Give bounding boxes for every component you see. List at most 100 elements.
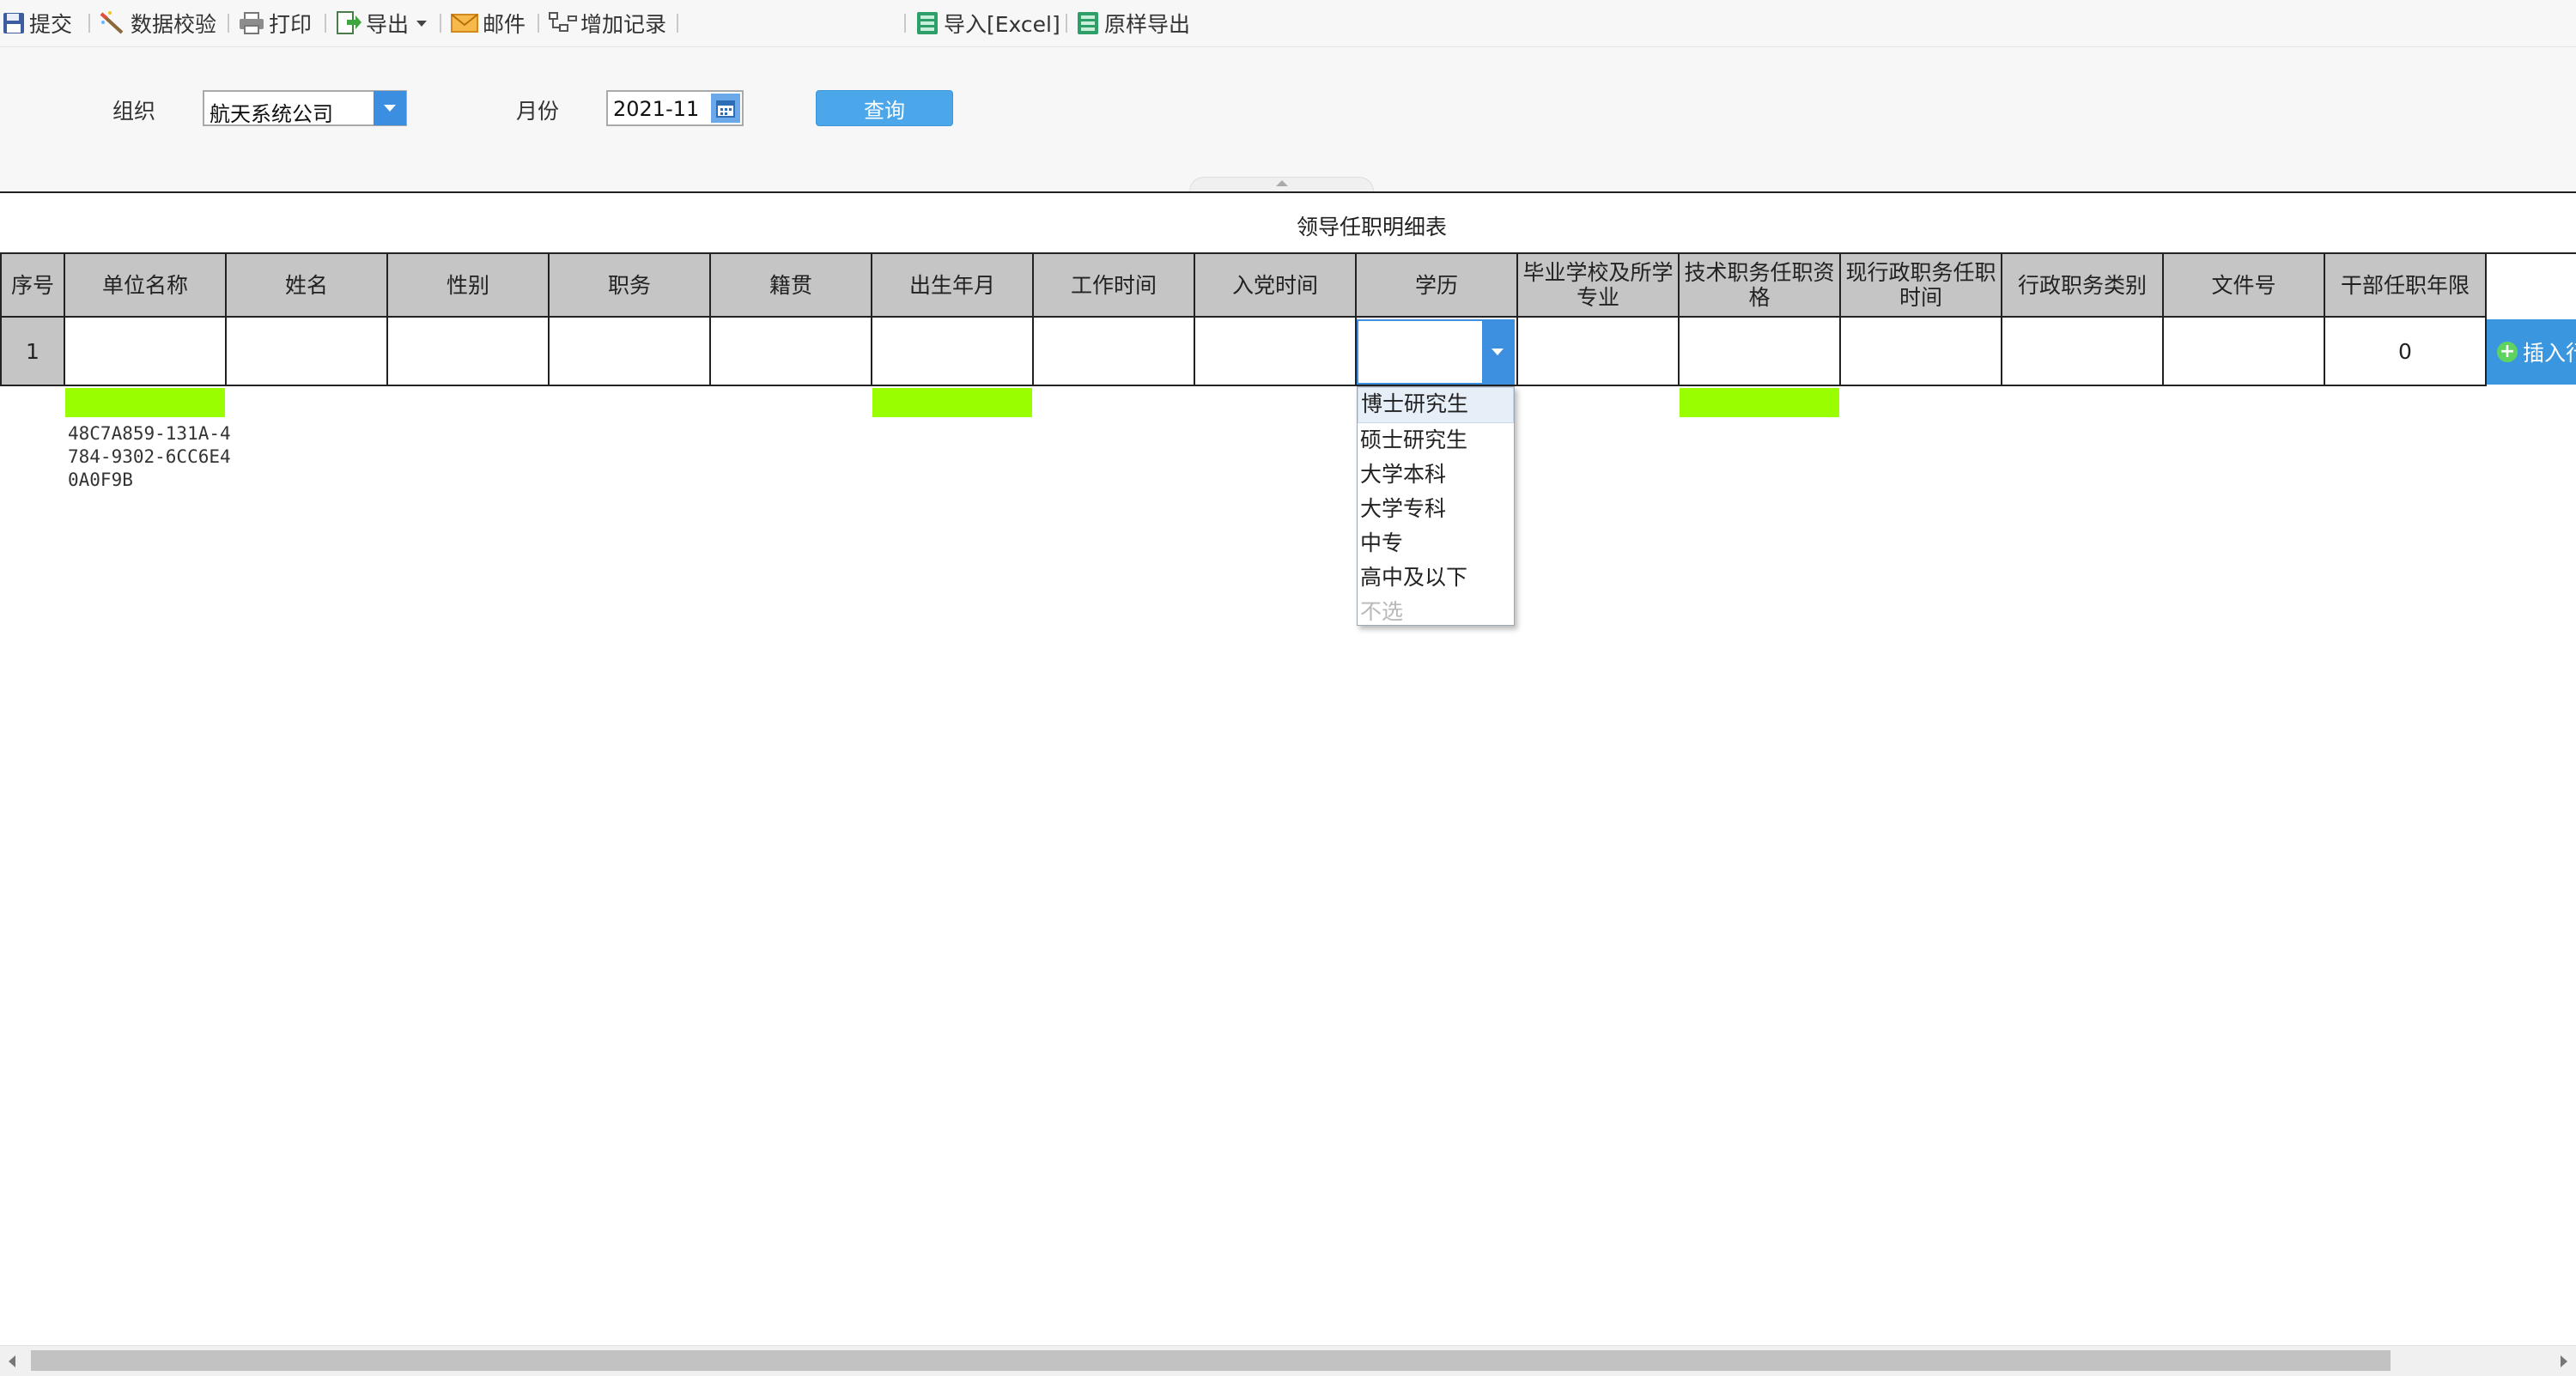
- add-record-label: 增加记录: [580, 12, 667, 37]
- education-select[interactable]: [1357, 319, 1515, 385]
- toolbar: 提交 数据校验 打印 导出 邮件 增加记录 导入[Excel] 原样导出: [0, 0, 2576, 47]
- column-header: 入党时间: [1195, 254, 1357, 318]
- column-header: 籍贯: [711, 254, 872, 318]
- education-option[interactable]: 大学本科: [1358, 458, 1514, 492]
- toolbar-separator: [904, 14, 906, 33]
- column-header: 性别: [388, 254, 550, 318]
- cell-gender[interactable]: [388, 318, 550, 386]
- education-option[interactable]: 中专: [1358, 526, 1514, 561]
- education-option[interactable]: 大学专科: [1358, 492, 1514, 526]
- scrollbar-thumb[interactable]: [31, 1350, 2391, 1371]
- education-option[interactable]: 高中及以下: [1358, 561, 1514, 595]
- month-date-input[interactable]: 2021-11: [606, 90, 744, 126]
- print-label: 打印: [269, 12, 313, 37]
- magic-wand-icon: [100, 11, 124, 34]
- org-select-dropdown-button[interactable]: [374, 91, 406, 125]
- education-option[interactable]: 硕士研究生: [1358, 423, 1514, 458]
- chevron-down-icon: [384, 105, 396, 112]
- org-select-value: 航天系统公司: [210, 102, 333, 126]
- export-label: 导出: [366, 12, 410, 37]
- education-option-none[interactable]: 不选: [1358, 595, 1514, 629]
- column-header: 毕业学校及所学专业: [1518, 254, 1680, 318]
- validate-button[interactable]: 数据校验: [98, 7, 216, 39]
- caret-down-icon: [416, 21, 428, 27]
- toolbar-separator: [228, 14, 229, 33]
- import-excel-button[interactable]: 导入[Excel]: [914, 7, 1060, 39]
- horizontal-scrollbar[interactable]: [0, 1345, 2576, 1376]
- import-excel-label: 导入[Excel]: [944, 12, 1060, 37]
- tech-qualification-marker: [1680, 388, 1839, 417]
- row-guid: 48C7A859-131A-4784-9302-6CC6E40A0F9B: [68, 423, 231, 490]
- cell-unit-name[interactable]: [65, 318, 227, 386]
- column-header: 序号: [0, 254, 65, 318]
- column-header: 干部任职年限: [2325, 254, 2487, 318]
- column-header: 出生年月: [872, 254, 1034, 318]
- mail-label: 邮件: [483, 12, 526, 37]
- submit-label: 提交: [29, 12, 73, 37]
- cell-tenure-years[interactable]: 0: [2325, 318, 2487, 386]
- cell-tech-qualification[interactable]: [1680, 318, 1841, 386]
- plus-icon: +: [2497, 342, 2518, 362]
- excel-icon: [917, 12, 938, 34]
- column-header: 行政职务类别: [2002, 254, 2164, 318]
- export-icon: [337, 11, 361, 34]
- cell-document-number[interactable]: [2164, 318, 2325, 386]
- cell-school-major[interactable]: [1518, 318, 1680, 386]
- toolbar-separator: [677, 14, 678, 33]
- column-header: 单位名称: [65, 254, 227, 318]
- column-header: 文件号: [2164, 254, 2325, 318]
- birth-date-marker: [872, 388, 1032, 417]
- org-select[interactable]: 航天系统公司: [203, 90, 407, 126]
- row-index: 1: [0, 318, 65, 386]
- validate-label: 数据校验: [131, 12, 217, 37]
- education-dropdown-button[interactable]: [1482, 321, 1513, 383]
- column-header: 职务: [550, 254, 711, 318]
- calendar-button[interactable]: [711, 94, 740, 123]
- export-dropdown[interactable]: 导出: [335, 7, 433, 39]
- chevron-up-icon: [1276, 180, 1288, 186]
- tree-add-icon: [549, 12, 577, 32]
- save-icon: [3, 13, 24, 33]
- cell-current-post-date[interactable]: [1841, 318, 2002, 386]
- toolbar-separator: [1066, 14, 1067, 33]
- education-dropdown-list: 博士研究生 硕士研究生 大学本科 大学专科 中专 高中及以下 不选: [1357, 386, 1515, 626]
- cell-position[interactable]: [550, 318, 711, 386]
- toolbar-separator: [440, 14, 441, 33]
- raw-export-label: 原样导出: [1104, 12, 1191, 37]
- unit-name-marker: [65, 388, 225, 417]
- envelope-icon: [451, 14, 478, 33]
- column-header: 现行政职务任职时间: [1841, 254, 2002, 318]
- toolbar-separator: [325, 14, 326, 33]
- education-option[interactable]: 博士研究生: [1358, 387, 1514, 423]
- collapse-panel-toggle[interactable]: [1189, 177, 1374, 191]
- column-header: 学历: [1357, 254, 1518, 318]
- raw-export-button[interactable]: 原样导出: [1075, 7, 1190, 39]
- calendar-icon: [716, 100, 735, 118]
- toolbar-separator: [538, 14, 539, 33]
- toolbar-separator: [88, 14, 90, 33]
- print-button[interactable]: 打印: [238, 7, 312, 39]
- scroll-left-icon[interactable]: [9, 1355, 15, 1367]
- report-title-row: 领导任职明细表: [0, 191, 2576, 254]
- cell-party-join[interactable]: [1195, 318, 1357, 386]
- month-label: 月份: [516, 99, 560, 124]
- cell-work-start[interactable]: [1034, 318, 1195, 386]
- scroll-right-icon[interactable]: [2561, 1355, 2567, 1367]
- insert-row-button[interactable]: + 插入行: [2487, 319, 2576, 385]
- chevron-down-icon: [1492, 349, 1504, 355]
- query-button[interactable]: 查询: [816, 90, 953, 126]
- month-value: 2021-11: [613, 97, 700, 121]
- column-header: 技术职务任职资格: [1680, 254, 1841, 318]
- report-title: 领导任职明细表: [1297, 215, 1448, 239]
- submit-button[interactable]: 提交: [2, 7, 72, 39]
- add-record-button[interactable]: 增加记录: [548, 7, 666, 39]
- excel-icon: [1078, 12, 1098, 34]
- column-header: 姓名: [227, 254, 388, 318]
- cell-name[interactable]: [227, 318, 388, 386]
- mail-button[interactable]: 邮件: [450, 7, 526, 39]
- insert-row-label: 插入行: [2523, 341, 2576, 366]
- cell-birth-date[interactable]: [872, 318, 1034, 386]
- cell-native-place[interactable]: [711, 318, 872, 386]
- org-label: 组织: [112, 99, 156, 124]
- cell-admin-category[interactable]: [2002, 318, 2164, 386]
